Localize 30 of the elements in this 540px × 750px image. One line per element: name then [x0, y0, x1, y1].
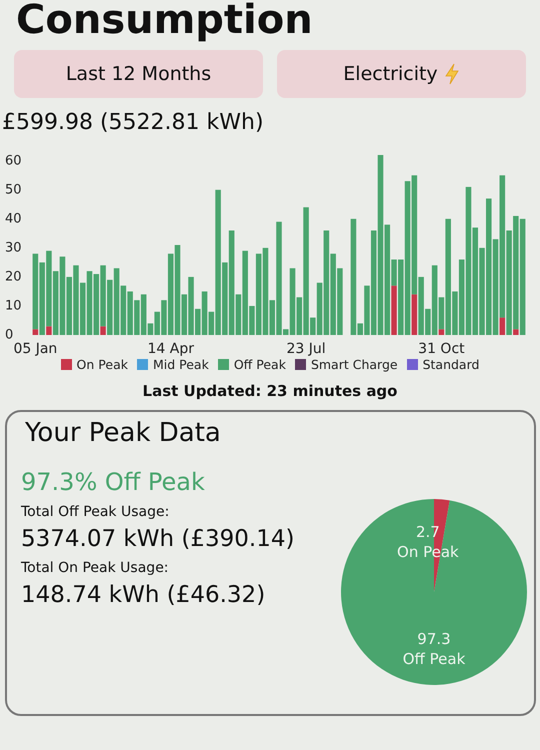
slice-value: 97.3	[417, 630, 451, 648]
y-axis-label: 40	[5, 211, 22, 226]
legend-label: Smart Charge	[310, 357, 398, 372]
filter-button[interactable]: Last 12 Months	[14, 50, 263, 98]
y-axis-label: 20	[5, 269, 22, 284]
off-peak-percentage: 97.3% Off Peak	[21, 468, 206, 496]
filter-button[interactable]: Electricity	[277, 50, 526, 98]
y-axis-label: 50	[5, 182, 22, 198]
card-title: Your Peak Data	[25, 418, 222, 448]
x-axis-label: 05 Jan	[13, 341, 58, 357]
legend-label: Off Peak	[234, 357, 286, 372]
x-axis-label: 14 Apr	[147, 341, 194, 357]
x-axis-label: 31 Oct	[418, 341, 465, 357]
stat-label: Total On Peak Usage:	[21, 560, 170, 576]
y-axis-label: 10	[5, 298, 22, 314]
x-axis-label: 23 Jul	[286, 341, 326, 357]
legend-label: Mid Peak	[152, 357, 209, 372]
y-axis-label: 0	[5, 328, 14, 342]
y-axis-label: 30	[5, 240, 22, 256]
page-title: Consumption	[16, 0, 314, 45]
lightning-icon	[444, 63, 460, 85]
slice-label: Off Peak	[402, 650, 466, 668]
legend-label: Standard	[422, 357, 480, 372]
stat-value: 148.74 kWh (£46.32)	[21, 582, 266, 608]
stat-label: Total Off Peak Usage:	[21, 504, 170, 520]
y-axis-label: 60	[5, 153, 22, 168]
stat-value: 5374.07 kWh (£390.14)	[21, 526, 294, 552]
total-cost: £599.98 (5522.81 kWh)	[2, 110, 265, 135]
legend-label: On Peak	[76, 357, 128, 372]
last-updated-text: Last Updated: 23 minutes ago	[142, 382, 398, 400]
